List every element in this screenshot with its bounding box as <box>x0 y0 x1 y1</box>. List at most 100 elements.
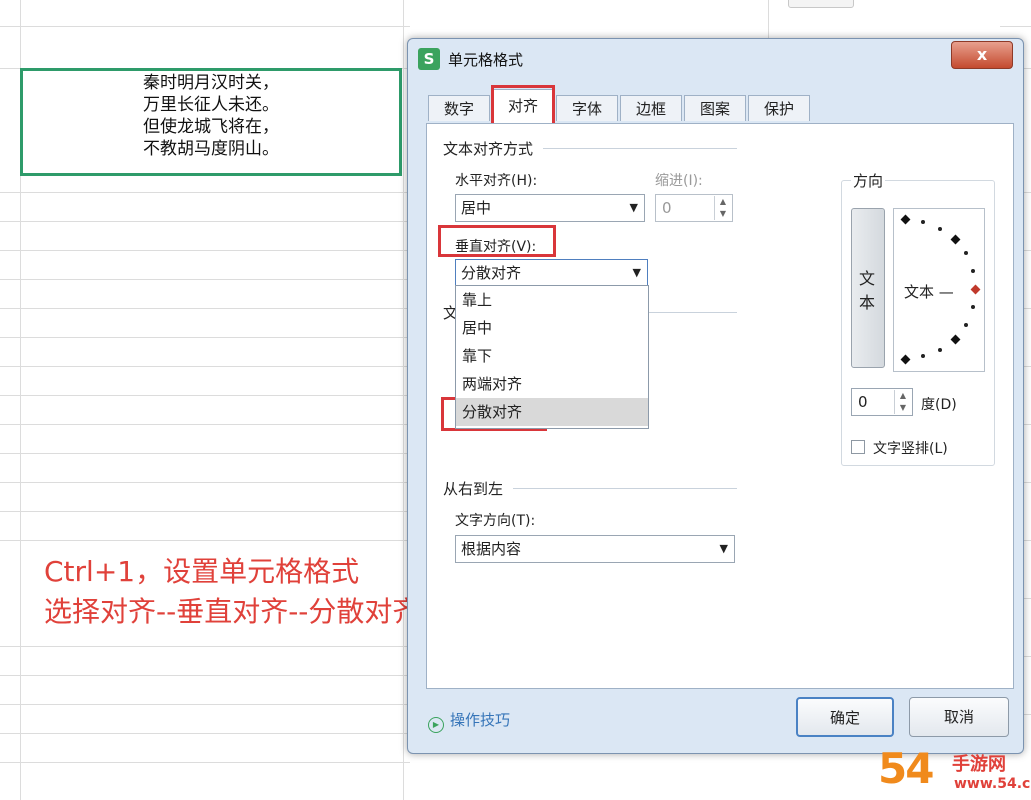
wps-app-icon: S <box>418 48 440 70</box>
alignment-panel: 文本对齐方式 水平对齐(H): 居中 ▼ 缩进(I): 0 ▲ ▼ 垂直对齐(V… <box>426 123 1014 689</box>
dial-marker-top <box>900 214 911 225</box>
tab-protection[interactable]: 保护 <box>748 95 810 121</box>
dialog-titlebar[interactable]: S 单元格格式 x <box>408 39 1023 79</box>
watermark-url: www.54.cn <box>954 776 1031 792</box>
tips-link[interactable]: ▶ 操作技巧 <box>428 709 510 733</box>
grid-col-line <box>768 0 769 40</box>
vertical-text-button[interactable]: 文 本 <box>851 208 885 368</box>
option-justify[interactable]: 两端对齐 <box>456 370 648 398</box>
dial-marker <box>950 334 961 345</box>
indent-label: 缩进(I): <box>655 173 703 189</box>
grid-row-line <box>0 675 410 676</box>
dial-dot <box>971 269 975 273</box>
dropdown-arrow-icon: ▼ <box>719 542 728 555</box>
group-divider <box>647 312 737 313</box>
text-direction-select[interactable]: 根据内容 ▼ <box>455 535 735 563</box>
tab-number[interactable]: 数字 <box>428 95 490 121</box>
dropdown-arrow-icon: ▼ <box>629 201 638 214</box>
text-direction-value: 根据内容 <box>461 540 522 558</box>
horizontal-align-label: 水平对齐(H): <box>455 173 538 189</box>
watermark-brand: 手游网 <box>952 754 1006 775</box>
grid-row-line <box>0 337 410 338</box>
grid-row-line <box>0 733 410 734</box>
stepper-buttons[interactable]: ▲ ▼ <box>894 390 911 414</box>
dial-dot <box>971 305 975 309</box>
poem-text: 秦时明月汉时关， 万里长征人未还。 但使龙城飞将在， 不教胡马度阴山。 <box>20 72 402 160</box>
grid-row-line <box>0 762 410 763</box>
group-title-text-alignment: 文本对齐方式 <box>443 140 534 158</box>
dial-dot <box>938 227 942 231</box>
dial-marker-bottom <box>900 354 911 365</box>
grid-row-line <box>0 250 410 251</box>
grid-row-line <box>0 395 410 396</box>
dial-dot <box>921 354 925 358</box>
tab-font[interactable]: 字体 <box>556 95 618 121</box>
group-title-rtl: 从右到左 <box>443 480 504 498</box>
vertical-align-dropdown: 靠上 居中 靠下 两端对齐 分散对齐 <box>455 285 649 429</box>
dial-dot <box>938 348 942 352</box>
instruction-annotation: Ctrl+1，设置单元格格式 选择对齐--垂直对齐--分散对齐 <box>44 552 420 632</box>
tab-pattern[interactable]: 图案 <box>684 95 746 121</box>
degree-label: 度(D) <box>921 397 957 413</box>
degree-stepper[interactable]: 0 ▲ ▼ <box>851 388 913 416</box>
group-title-orientation: 方向 <box>851 170 886 191</box>
grid-row-line <box>0 192 410 193</box>
option-distributed[interactable]: 分散对齐 <box>456 398 648 426</box>
grid-row-line <box>0 482 410 483</box>
stepper-buttons[interactable]: ▲ ▼ <box>714 196 731 220</box>
grid-row-line <box>1000 26 1031 27</box>
stepper-down-icon[interactable]: ▼ <box>895 402 911 414</box>
tab-alignment[interactable]: 对齐 <box>492 89 554 123</box>
cancel-button[interactable]: 取消 <box>909 697 1009 737</box>
ok-button[interactable]: 确定 <box>796 697 894 737</box>
grid-row-line <box>0 540 410 541</box>
dial-dot <box>964 323 968 327</box>
grid-row-line <box>0 366 410 367</box>
stepper-up-icon[interactable]: ▲ <box>715 196 731 208</box>
grid-row-line <box>0 279 410 280</box>
horizontal-align-value: 居中 <box>461 199 492 217</box>
dropdown-arrow-icon: ▼ <box>632 266 641 279</box>
dialog-title: 单元格格式 <box>448 51 524 69</box>
degree-value: 0 <box>858 393 868 411</box>
dial-marker-current[interactable] <box>970 284 981 295</box>
dial-text: 文本 — <box>904 283 954 301</box>
option-top[interactable]: 靠上 <box>456 286 648 314</box>
close-button[interactable]: x <box>951 41 1013 69</box>
stepper-down-icon[interactable]: ▼ <box>715 208 731 220</box>
site-watermark: 54 手游网 www.54.cn <box>878 744 1031 798</box>
poem-line: 万里长征人未还。 <box>143 95 279 115</box>
dial-marker <box>950 234 961 245</box>
grid-row-line <box>0 511 410 512</box>
watermark-number: 54 <box>878 744 934 793</box>
orientation-dial[interactable]: 文本 — <box>893 208 985 372</box>
poem-line: 但使龙城飞将在， <box>143 117 279 137</box>
tab-border[interactable]: 边框 <box>620 95 682 121</box>
grid-row-line <box>0 26 410 27</box>
grid-row-line <box>0 453 410 454</box>
group-divider <box>543 148 737 149</box>
vertical-text-char: 文 <box>859 269 876 288</box>
vertical-align-value: 分散对齐 <box>461 264 522 282</box>
toolbar-button-partial[interactable] <box>788 0 854 8</box>
option-bottom[interactable]: 靠下 <box>456 342 648 370</box>
grid-row-line <box>0 646 410 647</box>
dial-dot <box>964 251 968 255</box>
vertical-align-select[interactable]: 分散对齐 ▼ <box>455 259 648 287</box>
grid-row-line <box>0 221 410 222</box>
vertical-stack-checkbox[interactable] <box>851 440 865 454</box>
grid-row-line <box>0 704 410 705</box>
tips-link-label: 操作技巧 <box>450 711 511 729</box>
grid-row-line <box>0 424 410 425</box>
vertical-text-char: 本 <box>859 293 876 312</box>
annotation-line: Ctrl+1，设置单元格格式 <box>44 555 360 588</box>
stepper-up-icon[interactable]: ▲ <box>895 390 911 402</box>
horizontal-align-select[interactable]: 居中 ▼ <box>455 194 645 222</box>
poem-line: 秦时明月汉时关， <box>143 73 279 93</box>
indent-stepper[interactable]: 0 ▲ ▼ <box>655 194 733 222</box>
grid-row-line <box>0 308 410 309</box>
text-direction-label: 文字方向(T): <box>455 513 536 529</box>
option-center[interactable]: 居中 <box>456 314 648 342</box>
dial-dot <box>921 220 925 224</box>
poem-line: 不教胡马度阴山。 <box>143 139 279 159</box>
